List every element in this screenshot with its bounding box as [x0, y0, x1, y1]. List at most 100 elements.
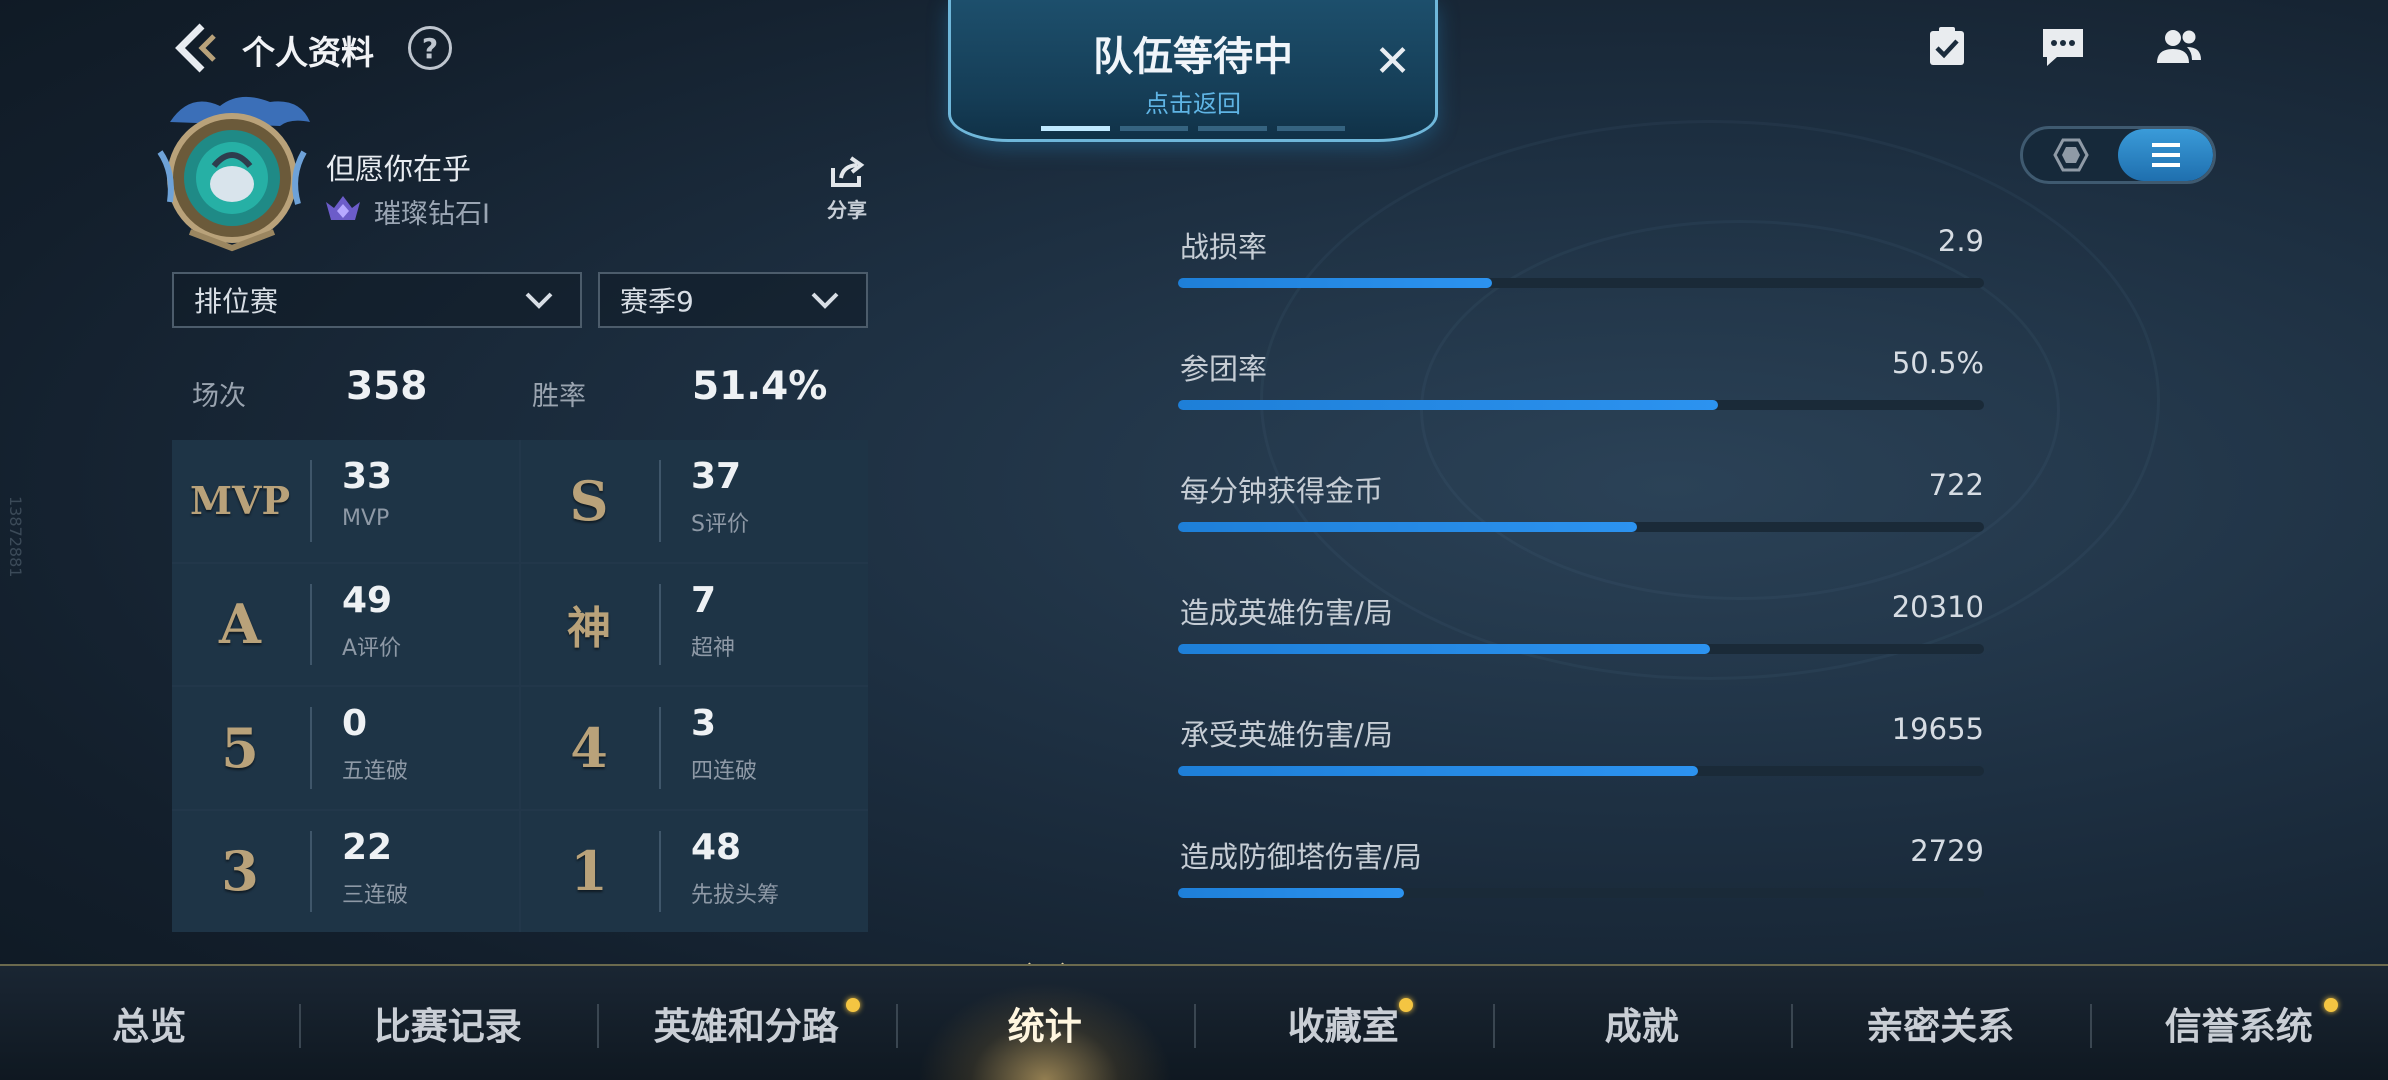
stat-value: 7 [691, 579, 717, 621]
metric-bar-fill [1178, 644, 1710, 654]
metric-bar-track [1178, 644, 1984, 654]
mode-dropdown[interactable]: 排位赛 [172, 272, 582, 328]
metric-value: 2729 [1910, 834, 1984, 868]
stat-label: 超神 [691, 635, 736, 661]
view-toggle[interactable] [2020, 126, 2216, 184]
a-rating-icon: A [219, 592, 261, 657]
team-waiting-banner[interactable]: 队伍等待中 点击返回 ✕ [948, 0, 1438, 142]
metric-hero-damage-dealt: 造成英雄伤害/局 20310 [1178, 590, 1984, 670]
metric-value: 19655 [1891, 712, 1984, 746]
hexagon-view-icon [2052, 138, 2089, 172]
stat-value: 48 [691, 826, 742, 868]
metric-gold-per-minute: 每分钟获得金币 722 [1178, 468, 1984, 548]
stat-grid: MVP 33 MVP S 37 S评价 A 49 A评价 神 7 超神 5 0 … [172, 440, 868, 932]
mvp-icon: MVP [189, 478, 291, 524]
banner-progress [1041, 126, 1345, 131]
team-banner-return-link[interactable]: 点击返回 [951, 84, 1435, 119]
progress-segment [1198, 126, 1267, 131]
mode-dropdown-value: 排位赛 [194, 285, 279, 318]
stat-cell-triple-kill: 3 22 三连破 [172, 810, 519, 932]
tab-overview[interactable]: 总览 [0, 966, 299, 1080]
stat-value: 37 [691, 456, 742, 497]
first-blood-icon: 1 [570, 839, 608, 904]
metric-label: 造成防御塔伤害/局 [1180, 840, 1422, 874]
rank-name: 璀璨钻石I [374, 199, 490, 230]
friends-button[interactable] [2154, 24, 2204, 70]
back-button[interactable] [168, 20, 224, 76]
metric-bar-track [1178, 888, 1984, 898]
back-arrow-icon [175, 23, 216, 73]
chevron-down-icon [525, 292, 553, 309]
notification-dot [1398, 998, 1413, 1012]
notification-dot [2324, 998, 2338, 1012]
share-button[interactable]: 分享 [822, 156, 872, 223]
chevron-down-icon [811, 292, 839, 309]
triple-kill-icon: 3 [221, 839, 259, 904]
progress-segment [1119, 126, 1188, 131]
divider [310, 583, 312, 665]
s-rating-icon: S [569, 468, 609, 533]
divider [659, 830, 661, 912]
list-view-option[interactable] [2118, 129, 2213, 181]
metric-label: 战损率 [1180, 230, 1268, 264]
divider [310, 707, 312, 789]
stat-value: 3 [691, 703, 717, 744]
close-icon[interactable]: ✕ [1374, 40, 1411, 84]
metric-hero-damage-taken: 承受英雄伤害/局 19655 [1178, 712, 1984, 792]
stat-cell-s-rating: S 37 S评价 [521, 440, 868, 562]
stat-value: 33 [342, 456, 393, 497]
chat-icon [2043, 29, 2083, 66]
chat-button[interactable] [2038, 24, 2088, 70]
divider [310, 830, 312, 912]
tab-label: 亲密关系 [1866, 1005, 2015, 1048]
metric-value: 50.5% [1891, 346, 1984, 380]
tab-statistics[interactable]: 统计 [895, 966, 1194, 1080]
quadra-kill-icon: 4 [570, 715, 608, 780]
metric-value: 722 [1928, 468, 1984, 502]
stat-label: 五连破 [342, 759, 409, 784]
games-label: 场次 [192, 381, 246, 412]
tab-achievements[interactable]: 成就 [1492, 966, 1792, 1080]
metric-bar-track [1178, 400, 1984, 410]
stat-cell-mvp: MVP 33 MVP [172, 440, 519, 562]
tab-label: 收藏室 [1287, 1005, 1399, 1048]
stat-label: 四连破 [691, 759, 758, 784]
tab-label: 成就 [1604, 1005, 1679, 1048]
stat-cell-a-rating: A 49 A评价 [172, 563, 519, 685]
metric-bar-fill [1178, 522, 1638, 532]
metric-label: 承受英雄伤害/局 [1180, 718, 1393, 752]
tab-credit-system[interactable]: 信誉系统 [2089, 966, 2388, 1080]
winrate-label: 胜率 [532, 381, 586, 412]
notification-dot [845, 998, 860, 1012]
tab-heroes-and-lanes[interactable]: 英雄和分路 [597, 966, 896, 1080]
stat-label: S评价 [691, 512, 749, 537]
games-value: 358 [346, 364, 428, 409]
task-checklist-icon [1930, 27, 1964, 65]
bottom-nav: 总览 比赛记录 英雄和分路 统计 收藏室 成就 亲密关系 信誉系统 [0, 964, 2388, 1080]
metric-bar-fill [1178, 766, 1698, 776]
winrate-value: 51.4% [692, 364, 828, 409]
tab-collection[interactable]: 收藏室 [1194, 966, 1493, 1080]
season-dropdown[interactable]: 赛季9 [598, 272, 868, 328]
tab-intimacy[interactable]: 亲密关系 [1791, 966, 2090, 1080]
hexagon-view-option[interactable] [2023, 129, 2118, 181]
metric-label: 参团率 [1180, 352, 1268, 386]
task-checklist-button[interactable] [1922, 24, 1972, 70]
metric-bar-track [1178, 278, 1984, 288]
share-icon [831, 156, 865, 187]
stat-value: 22 [342, 826, 393, 868]
stat-cell-legendary: 神 7 超神 [521, 563, 868, 685]
tab-match-history[interactable]: 比赛记录 [298, 966, 598, 1080]
side-id-text: 13872881 [6, 496, 25, 578]
help-icon[interactable]: ? [408, 26, 452, 70]
stat-cell-quadra-kill: 4 3 四连破 [521, 687, 868, 809]
metric-tower-damage: 造成防御塔伤害/局 2729 [1178, 834, 1984, 914]
metric-bar-fill [1178, 888, 1404, 898]
stat-label: 三连破 [342, 882, 409, 908]
metric-death-ratio: 战损率 2.9 [1178, 224, 1984, 304]
penta-kill-icon: 5 [221, 715, 259, 780]
share-label: 分享 [827, 198, 867, 222]
avatar[interactable] [150, 92, 314, 252]
metric-bar-track [1178, 766, 1984, 776]
divider [659, 583, 661, 665]
